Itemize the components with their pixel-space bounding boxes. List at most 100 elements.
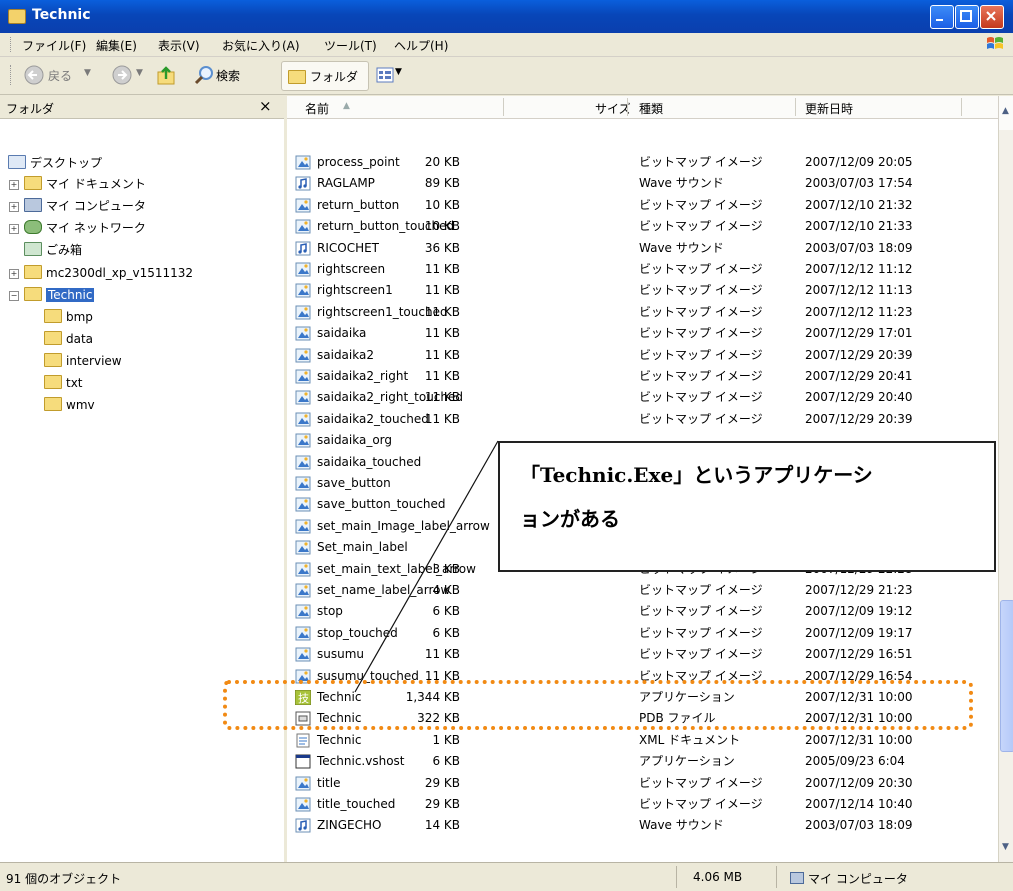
file-type: ビットマップ イメージ <box>639 583 763 597</box>
tree-item-technic[interactable]: Technic <box>24 286 95 304</box>
folder-icon <box>288 70 306 84</box>
file-date: 2007/12/29 20:39 <box>805 411 913 426</box>
table-row[interactable]: stop 6 KB ビットマップ イメージ 2007/12/09 19:12 <box>287 601 998 622</box>
table-row[interactable]: Technic.vshost 6 KB アプリケーション 2005/09/23 6:0… <box>287 751 998 772</box>
table-row[interactable]: saidaika2_touched 11 KB ビットマップ イメージ 2007/12… <box>287 409 998 430</box>
table-row[interactable]: saidaika2 11 KB ビットマップ イメージ 2007/12/29 20:3… <box>287 345 998 366</box>
tree-item-recycle-bin[interactable]: ごみ箱 <box>24 241 82 259</box>
table-row[interactable]: set_name_label_arrow 4 KB ビットマップ イメージ 2007/… <box>287 580 998 601</box>
column-header-date[interactable]: 更新日時 <box>805 100 853 117</box>
bitmap-file-icon <box>295 283 311 298</box>
tree-item-desktop[interactable]: デスクトップ <box>8 154 102 172</box>
tree-item-interview[interactable]: interview <box>44 352 122 370</box>
table-row[interactable]: RICOCHET 36 KB Wave サウンド 2003/07/03 18:09 <box>287 238 998 259</box>
tree-item-txt[interactable]: txt <box>44 374 83 392</box>
file-type: ビットマップ イメージ <box>639 283 763 298</box>
table-row[interactable]: saidaika2_right_touched 11 KB ビットマップ イメージ 2… <box>287 387 998 408</box>
file-name: save_button_touched <box>317 497 446 512</box>
file-type: ビットマップ イメージ <box>639 604 763 619</box>
table-row[interactable]: rightscreen1 11 KB ビットマップ イメージ 2007/12/12 1… <box>287 280 998 301</box>
file-size: 11 KB <box>424 411 460 426</box>
tree-item-my-computer[interactable]: マイ コンピュータ <box>24 197 146 215</box>
bitmap-file-icon <box>295 348 311 363</box>
vertical-scrollbar[interactable]: ▼ <box>998 130 1013 862</box>
tree-item-bmp[interactable]: bmp <box>44 308 93 326</box>
file-type: ビットマップ イメージ <box>639 390 763 405</box>
forward-button[interactable]: ▼ <box>110 62 150 88</box>
view-mode-button[interactable]: ▼ <box>376 65 404 85</box>
file-size: 20 KB <box>424 155 460 169</box>
file-type: ビットマップ イメージ <box>639 219 763 234</box>
table-row[interactable]: saidaika 11 KB ビットマップ イメージ 2007/12/29 17:01 <box>287 323 998 344</box>
scroll-up-button[interactable]: ▲ <box>998 96 1013 130</box>
chevron-down-icon[interactable]: ▼ <box>84 68 91 78</box>
file-name: set_main_Image_label_arrow <box>317 518 490 533</box>
tree-item-my-network[interactable]: マイ ネットワーク <box>24 219 146 237</box>
search-icon[interactable] <box>194 65 214 85</box>
tree-item-my-documents[interactable]: マイ ドキュメント <box>24 175 146 193</box>
expand-icon[interactable]: + <box>9 224 19 234</box>
folders-button[interactable]: フォルダ <box>281 61 369 91</box>
chevron-up-icon: ▲ <box>1002 106 1009 116</box>
file-size: 11 KB <box>424 369 460 383</box>
file-date: 2003/07/03 17:54 <box>805 176 913 191</box>
table-row[interactable]: return_button 10 KB ビットマップ イメージ 2007/12/10 … <box>287 195 998 216</box>
maximize-button[interactable] <box>955 5 979 29</box>
column-header-size[interactable]: サイズ <box>595 100 631 117</box>
scroll-thumb[interactable] <box>1000 600 1013 752</box>
menu-tools[interactable]: ツール(T) <box>324 37 377 54</box>
table-row[interactable]: Technic 1 KB XML ドキュメント 2007/12/31 10:00 <box>287 730 998 751</box>
close-button[interactable] <box>980 5 1004 29</box>
column-header-type[interactable]: 種類 <box>639 100 663 117</box>
file-name: stop_touched <box>317 625 398 640</box>
expand-icon[interactable]: + <box>9 269 19 279</box>
collapse-icon[interactable]: − <box>9 291 19 301</box>
table-row[interactable]: susumu 11 KB ビットマップ イメージ 2007/12/29 16:51 <box>287 644 998 665</box>
back-button[interactable]: 戻る ▼ <box>22 62 100 88</box>
table-row[interactable]: stop_touched 6 KB ビットマップ イメージ 2007/12/09 19… <box>287 623 998 644</box>
table-row[interactable]: process_point 20 KB ビットマップ イメージ 2007/12/09 … <box>287 152 998 173</box>
up-folder-icon[interactable] <box>156 65 178 87</box>
menu-favorites[interactable]: お気に入り(A) <box>222 37 300 54</box>
close-icon <box>986 11 996 21</box>
xml-file-icon <box>295 733 311 748</box>
folder-icon <box>44 353 62 367</box>
menu-help[interactable]: ヘルプ(H) <box>394 37 448 54</box>
folders-label: フォルダ <box>310 70 359 84</box>
bitmap-file-icon <box>295 604 311 619</box>
file-size: 36 KB <box>424 240 460 255</box>
menu-view[interactable]: 表示(V) <box>158 37 200 54</box>
table-row[interactable]: rightscreen 11 KB ビットマップ イメージ 2007/12/12 11… <box>287 259 998 280</box>
close-icon[interactable]: × <box>259 97 272 115</box>
folder-icon <box>44 375 62 389</box>
file-type: Wave サウンド <box>639 818 724 833</box>
menu-edit[interactable]: 編集(E) <box>96 37 137 54</box>
chevron-down-icon[interactable]: ▼ <box>395 67 402 77</box>
menu-file[interactable]: ファイル(F) <box>22 37 86 54</box>
bitmap-file-icon <box>295 647 311 662</box>
chevron-down-icon[interactable]: ▼ <box>136 68 143 78</box>
tree-item-mc2300dl[interactable]: mc2300dl_xp_v1511132 <box>24 264 193 282</box>
file-name: Set_main_label <box>317 540 408 555</box>
search-button[interactable]: 検索 <box>216 67 240 84</box>
expand-icon[interactable]: + <box>9 180 19 190</box>
chevron-down-icon[interactable]: ▼ <box>1002 842 1009 852</box>
table-row[interactable]: saidaika2_right 11 KB ビットマップ イメージ 2007/12/2… <box>287 366 998 387</box>
title-bar[interactable]: Technic <box>0 0 1013 33</box>
table-row[interactable]: RAGLAMP 89 KB Wave サウンド 2003/07/03 17:54 <box>287 173 998 194</box>
view-grid-icon <box>376 67 394 83</box>
bitmap-file-icon <box>295 369 311 384</box>
bitmap-file-icon <box>295 776 311 791</box>
table-row[interactable]: title_touched 29 KB ビットマップ イメージ 2007/12/14 … <box>287 794 998 815</box>
file-name: saidaika2 <box>317 347 374 362</box>
column-header-name[interactable]: 名前 <box>305 100 329 117</box>
status-size: 4.06 MB <box>693 870 743 884</box>
minimize-button[interactable] <box>930 5 954 29</box>
table-row[interactable]: ZINGECHO 14 KB Wave サウンド 2003/07/03 18:09 <box>287 815 998 836</box>
table-row[interactable]: title 29 KB ビットマップ イメージ 2007/12/09 20:30 <box>287 773 998 794</box>
table-row[interactable]: rightscreen1_touched 11 KB ビットマップ イメージ 2007… <box>287 302 998 323</box>
table-row[interactable]: return_button_touched 10 KB ビットマップ イメージ 200… <box>287 216 998 237</box>
expand-icon[interactable]: + <box>9 202 19 212</box>
tree-item-data[interactable]: data <box>44 330 93 348</box>
tree-item-wmv[interactable]: wmv <box>44 396 95 414</box>
